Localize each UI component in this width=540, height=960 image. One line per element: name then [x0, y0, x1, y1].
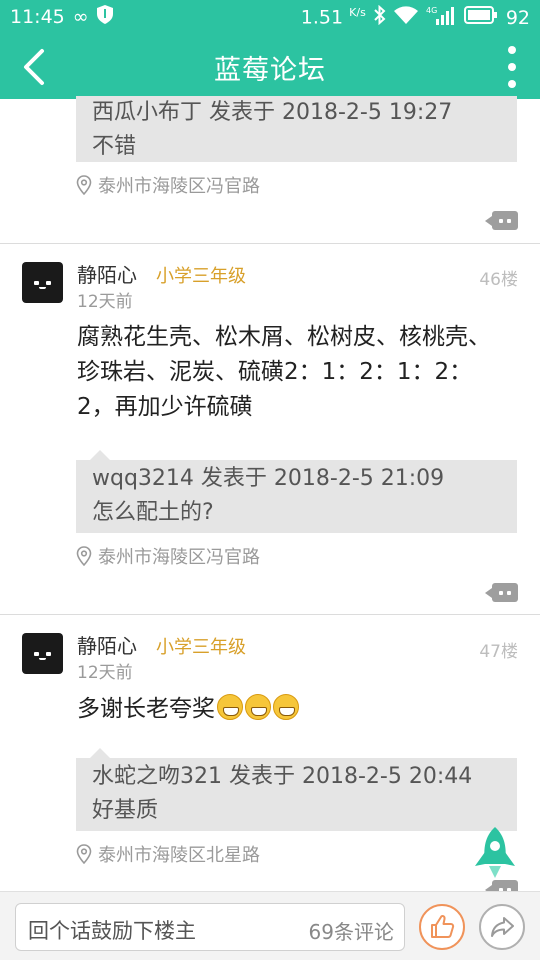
location: 泰州市海陵区冯官路 [76, 543, 260, 569]
net-speed: 1.51 K/s [300, 6, 366, 29]
quote-text: 好基质 [92, 798, 159, 823]
user-grade-badge: 小学三年级 [156, 266, 246, 287]
username[interactable]: 静陌心 [77, 630, 137, 659]
comment-icon[interactable] [485, 211, 518, 230]
quote-text: 不错 [92, 134, 137, 159]
post-content: 多谢长老夸奖 [77, 692, 497, 727]
location: 泰州市海陵区北星路 [76, 841, 260, 867]
signal-icon: 4G [426, 5, 456, 30]
post-content: 腐熟花生壳、松木屑、松树皮、核桃壳、珍珠岩、泥炭、硫磺2：1：2：1：2：2，再… [77, 324, 491, 420]
divider [0, 243, 540, 244]
comment-icon[interactable] [485, 583, 518, 602]
quote-box: 西瓜小布丁 发表于 2018-2-5 19:27 不错 [76, 96, 517, 162]
scroll-top-rocket-button[interactable] [472, 826, 518, 886]
divider [0, 614, 540, 615]
page: 11:45 ∞ 1.51 K/s 4G 92 蓝莓论坛 西瓜小布丁 发表于 20… [0, 0, 540, 960]
user-grade-badge: 小学三年级 [156, 637, 246, 658]
more-options-icon[interactable] [502, 46, 522, 88]
username[interactable]: 静陌心 [77, 259, 137, 288]
shield-icon [96, 5, 113, 29]
grin-emoji-icon [217, 694, 243, 720]
floor-number: 47楼 [479, 642, 518, 662]
bluetooth-icon [374, 4, 386, 30]
battery-icon [463, 6, 498, 29]
comment-count[interactable]: 69条评论 [309, 916, 394, 945]
quote-author-line: wqq3214 发表于 2018-2-5 21:09 [92, 466, 445, 491]
share-button[interactable] [479, 904, 525, 950]
quote-author-line: 水蛇之吻321 发表于 2018-2-5 20:44 [92, 764, 473, 789]
avatar[interactable] [22, 262, 63, 303]
post-time: 12天前 [77, 292, 133, 312]
quote-author-line: 西瓜小布丁 发表于 2018-2-5 19:27 [92, 100, 453, 125]
location-pin-icon [76, 546, 92, 566]
like-button[interactable] [419, 904, 465, 950]
avatar[interactable] [22, 633, 63, 674]
page-title: 蓝莓论坛 [214, 55, 326, 86]
wifi-icon [393, 6, 418, 29]
quote-text: 怎么配土的? [92, 500, 214, 525]
location: 泰州市海陵区冯官路 [76, 172, 260, 198]
quote-box: 水蛇之吻321 发表于 2018-2-5 20:44 好基质 [76, 748, 517, 831]
reply-placeholder: 回个话鼓励下楼主 [28, 919, 196, 943]
location-pin-icon [76, 175, 92, 195]
grin-emoji-icon [273, 694, 299, 720]
floor-number: 46楼 [479, 270, 518, 290]
infinity-icon: ∞ [72, 6, 89, 28]
status-bar: 11:45 ∞ 1.51 K/s 4G 92 [0, 0, 540, 34]
reply-input[interactable]: 回个话鼓励下楼主 69条评论 [15, 903, 405, 951]
title-bar: 蓝莓论坛 [0, 34, 540, 99]
bottom-bar: 回个话鼓励下楼主 69条评论 [0, 891, 540, 960]
svg-text:4G: 4G [426, 6, 437, 15]
quote-box: wqq3214 发表于 2018-2-5 21:09 怎么配土的? [76, 450, 517, 533]
location-pin-icon [76, 844, 92, 864]
status-time: 11:45 [10, 6, 65, 28]
post-time: 12天前 [77, 663, 133, 683]
grin-emoji-icon [245, 694, 271, 720]
battery-level: 92 [505, 6, 530, 29]
thumbs-up-icon [431, 914, 455, 938]
share-icon [491, 917, 514, 937]
rocket-icon [475, 827, 515, 878]
